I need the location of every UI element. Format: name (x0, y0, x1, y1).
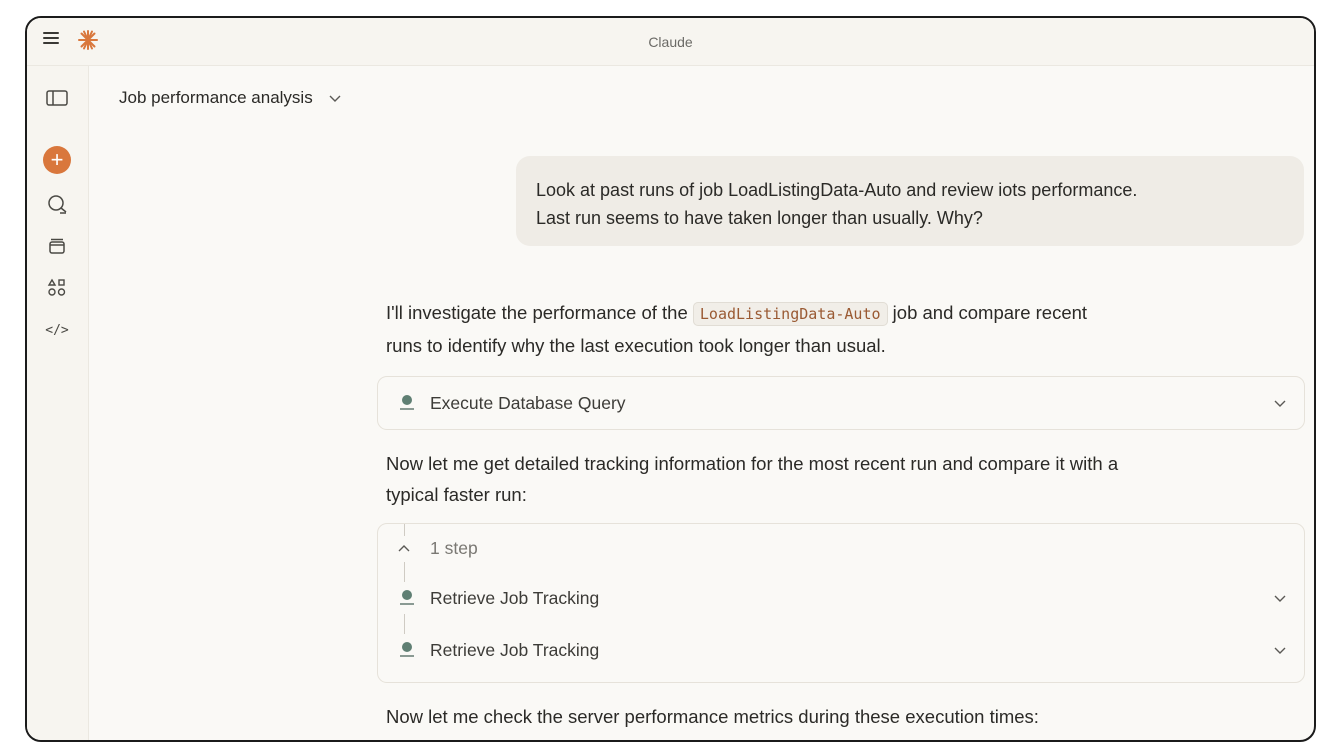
user-message-line-2: Last run seems to have taken longer than… (536, 208, 983, 228)
chevron-down-icon (1274, 595, 1286, 602)
sidebar: + </> (27, 66, 89, 740)
intro-text-pre: I'll investigate the performance of the (386, 302, 688, 323)
chevron-down-icon (329, 95, 341, 102)
new-chat-button[interactable]: + (43, 146, 71, 174)
tool-call-row[interactable]: Execute Database Query (378, 377, 1304, 429)
plus-icon: + (50, 147, 64, 172)
chat-search-icon[interactable] (45, 192, 69, 216)
tool-name: Retrieve Job Tracking (430, 639, 600, 660)
chevron-up-icon (398, 545, 410, 552)
shapes-icon[interactable] (45, 276, 69, 300)
sidebar-toggle-icon[interactable] (45, 86, 69, 110)
message-2-line-1: Now let me get detailed tracking informa… (386, 453, 1119, 474)
page-title: Job performance analysis (119, 88, 313, 107)
code-icon[interactable]: </> (45, 318, 69, 342)
inline-code: LoadListingData-Auto (692, 302, 888, 326)
chevron-down-icon (1274, 647, 1286, 654)
app-window: Claude + </> Job performance analysis Lo… (25, 16, 1316, 742)
tool-name: Execute Database Query (430, 392, 626, 413)
window-title: Claude (648, 34, 693, 50)
job-tracking-tool-icon (400, 642, 414, 657)
message-2-line-2: typical faster run: (386, 484, 527, 505)
intro-text-line-2: runs to identify why the last execution … (386, 335, 886, 356)
stack-icon[interactable] (45, 234, 69, 258)
user-message: Look at past runs of job LoadListingData… (516, 156, 1304, 246)
steps-card: 1 step Retrieve Job Tracking Retrieve Jo… (377, 523, 1305, 683)
assistant-message-3: Now let me check the server performance … (386, 706, 1039, 727)
tool-call-card[interactable]: Execute Database Query (377, 376, 1305, 430)
user-message-line-1: Look at past runs of job LoadListingData… (536, 180, 1138, 200)
intro-text-post: job and compare recent (892, 302, 1088, 323)
steps-toggle[interactable]: 1 step (378, 524, 1304, 572)
database-tool-icon (400, 395, 414, 410)
title-bar: Claude (27, 18, 1314, 66)
chevron-down-icon (1274, 400, 1286, 407)
tool-call-row[interactable]: Retrieve Job Tracking (378, 572, 1304, 624)
conversation-title-button[interactable]: Job performance analysis (119, 88, 341, 108)
tool-call-row[interactable]: Retrieve Job Tracking (378, 624, 1304, 676)
tool-name: Retrieve Job Tracking (430, 587, 600, 608)
steps-label: 1 step (430, 537, 478, 558)
assistant-intro: I'll investigate the performance of the … (386, 297, 1306, 361)
chat-area: Job performance analysis Look at past ru… (89, 66, 1314, 740)
assistant-message-2: Now let me get detailed tracking informa… (386, 448, 1306, 510)
job-tracking-tool-icon (400, 590, 414, 605)
